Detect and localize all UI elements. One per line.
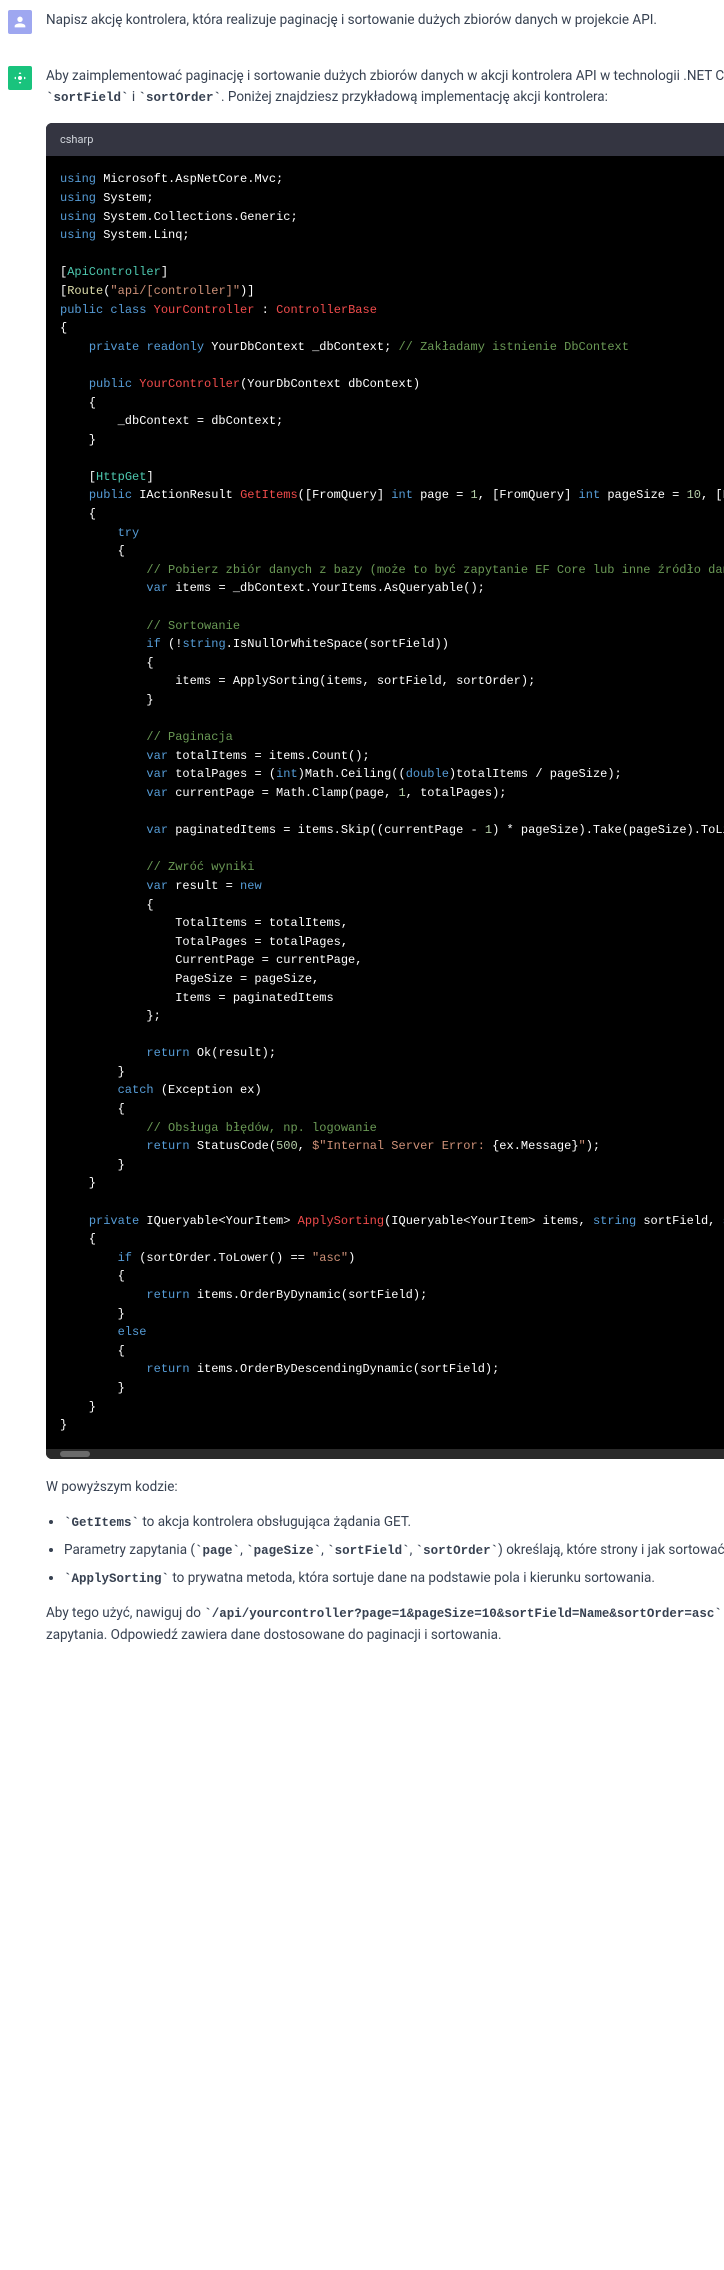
code-lang: csharp: [60, 131, 93, 149]
user-content: Napisz akcję kontrolera, która realizuje…: [46, 10, 724, 46]
user-text: Napisz akcję kontrolera, która realizuje…: [46, 10, 710, 32]
code-sortfield: `sortField`: [46, 91, 129, 105]
user-message: Napisz akcję kontrolera, która realizuje…: [0, 0, 724, 56]
bullet-code: `GetItems`: [64, 1516, 139, 1530]
intro-text-2: . Poniżej znajdziesz przykładową impleme…: [221, 89, 608, 105]
code-content: using Microsoft.AspNetCore.Mvc; using Sy…: [60, 170, 724, 1434]
outro-code: `/api/yourcontroller?page=1&pageSize=10&…: [204, 1607, 722, 1621]
list-item: `GetItems` to akcja kontrolera obsługują…: [64, 1512, 724, 1534]
user-icon: [12, 14, 28, 30]
bullet-code: `pageSize`: [246, 1544, 321, 1558]
code-sortorder: `sortOrder`: [139, 91, 222, 105]
bullet-list: `GetItems` to akcja kontrolera obsługują…: [46, 1512, 724, 1589]
horizontal-scrollbar[interactable]: [46, 1449, 724, 1459]
bullet-text: ) określają, które strony i jak sortować…: [498, 1542, 724, 1558]
bullet-code: `page`: [195, 1544, 240, 1558]
list-item: `ApplySorting` to prywatna metoda, która…: [64, 1568, 724, 1590]
assistant-icon: [12, 70, 28, 86]
bullet-text: Parametry zapytania (: [64, 1542, 195, 1558]
intro-text-1: Aby zaimplementować paginację i sortowan…: [46, 68, 724, 84]
scrollbar-thumb[interactable]: [60, 1451, 90, 1457]
user-avatar: [8, 10, 32, 34]
bullet-text: to akcja kontrolera obsługująca żądania …: [139, 1514, 411, 1530]
bullet-code: `ApplySorting`: [64, 1572, 169, 1586]
assistant-content: Aby zaimplementować paginację i sortowan…: [46, 66, 724, 1661]
intro-paragraph: Aby zaimplementować paginację i sortowan…: [46, 66, 724, 109]
list-item: Parametry zapytania (`page`, `pageSize`,…: [64, 1540, 724, 1562]
outro-paragraph: Aby tego użyć, nawiguj do `/api/yourcont…: [46, 1603, 724, 1646]
code-body[interactable]: using Microsoft.AspNetCore.Mvc; using Sy…: [46, 156, 724, 1448]
bullet-code: `sortField`: [327, 1544, 410, 1558]
code-header: csharp Copy code: [46, 123, 724, 157]
outro-text-1: Aby tego użyć, nawiguj do: [46, 1605, 204, 1621]
bullet-code: `sortOrder`: [416, 1544, 499, 1558]
assistant-message: Aby zaimplementować paginację i sortowan…: [0, 56, 724, 1671]
assistant-avatar: [8, 66, 32, 90]
after-code-text: W powyższym kodzie:: [46, 1477, 724, 1499]
code-block: csharp Copy code using Microsoft.AspNetC…: [46, 123, 724, 1459]
bullet-text: to prywatna metoda, która sortuje dane n…: [169, 1570, 655, 1586]
